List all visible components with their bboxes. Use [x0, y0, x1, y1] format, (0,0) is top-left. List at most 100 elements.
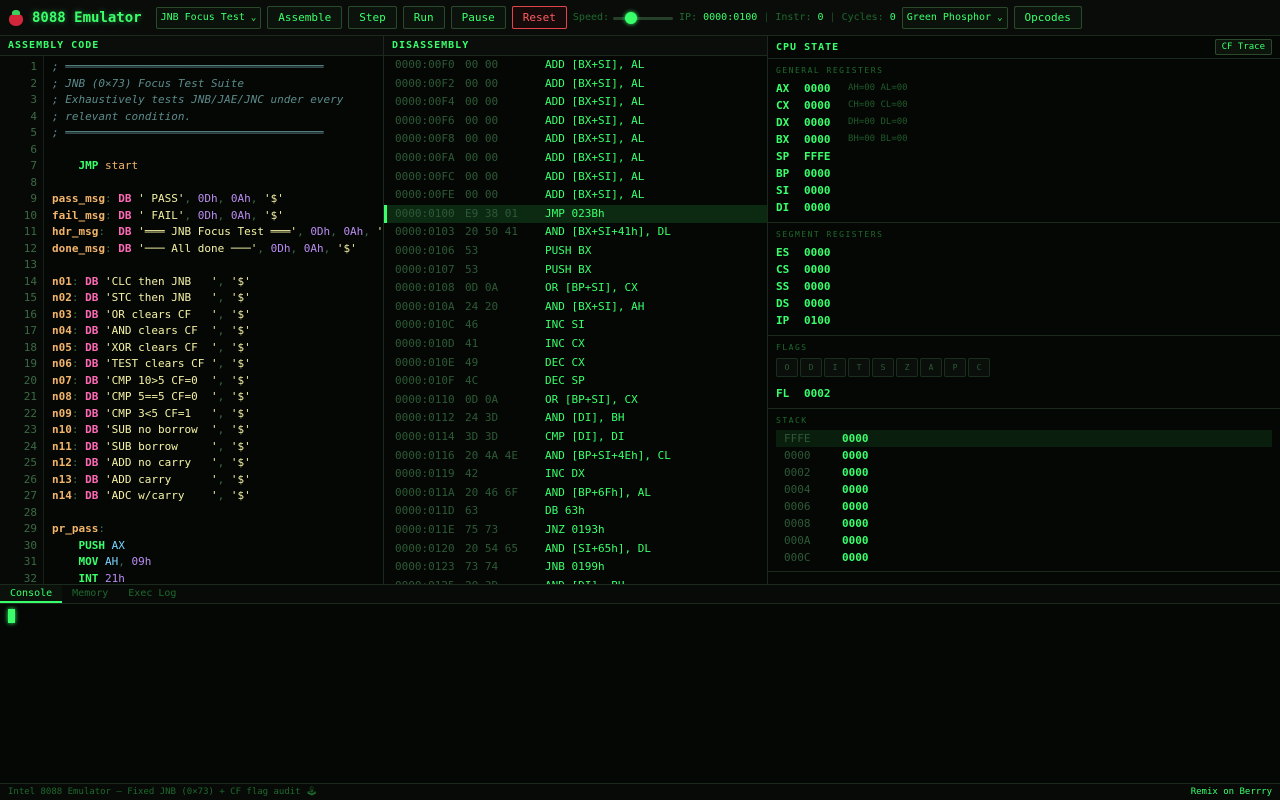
flag-i[interactable]: I [824, 358, 846, 377]
disassembly-row[interactable]: 0000:00F4 00 00 ADD [BX+SI], AL [384, 93, 767, 112]
disassembly-row[interactable]: 0000:00F0 00 00 ADD [BX+SI], AL [384, 56, 767, 75]
pause-button[interactable]: Pause [450, 6, 506, 29]
disassembly-row[interactable]: 0000:010D 41 INC CX [384, 335, 767, 354]
disassembly-row[interactable]: 0000:0103 20 50 41 AND [BX+SI+41h], DL [384, 223, 767, 242]
disassembly-row[interactable]: 0000:011D 63 DB 63h [384, 502, 767, 521]
code-editor[interactable]: 1 ; ═════════════════════════════════════… [0, 56, 383, 585]
disassembly-list[interactable]: 0000:00F0 00 00 ADD [BX+SI], AL 0000:00F2 00… [384, 56, 767, 584]
disassembly-row[interactable]: 0000:011A 20 46 6F AND [BP+6Fh], AL [384, 484, 767, 503]
console-cursor[interactable] [8, 609, 15, 623]
run-button[interactable]: Run [402, 6, 445, 29]
disassembly-row[interactable]: 0000:00FA 00 00 ADD [BX+SI], AL [384, 149, 767, 168]
code-line[interactable]: n06: DB 'TEST clears CF ', '$' [52, 356, 251, 373]
register-value[interactable]: 0000 [804, 97, 848, 114]
tab-console[interactable]: Console [0, 585, 63, 603]
program-select[interactable]: JNB Focus Test ⌄ [155, 6, 262, 29]
disassembly-row[interactable]: 0000:00F2 00 00 ADD [BX+SI], AL [384, 75, 767, 94]
register-value[interactable]: 0000 [804, 295, 848, 312]
code-line[interactable]: n02: DB 'STC then JNB ', '$' [52, 290, 251, 307]
step-button[interactable]: Step [348, 6, 397, 29]
speed-slider[interactable] [613, 11, 674, 25]
tab-exec-log[interactable]: Exec Log [118, 585, 186, 603]
code-line[interactable]: ; ══════════════════════════════════════… [52, 59, 324, 76]
flag-t[interactable]: T [848, 358, 870, 377]
code-line[interactable]: MOV AH, 09h [52, 554, 152, 571]
code-line[interactable]: n04: DB 'AND clears CF ', '$' [52, 323, 251, 340]
register-value[interactable]: 0000 [804, 199, 848, 216]
assemble-button[interactable]: Assemble [267, 6, 343, 29]
code-line[interactable]: n10: DB 'SUB no borrow ', '$' [52, 422, 251, 439]
flag-a[interactable]: A [920, 358, 942, 377]
disassembly-row[interactable]: 0000:0114 3D 3D CMP [DI], DI [384, 428, 767, 447]
reset-button[interactable]: Reset [511, 6, 567, 29]
flag-z[interactable]: Z [896, 358, 918, 377]
code-line[interactable]: ; ══════════════════════════════════════… [52, 125, 324, 142]
flag-d[interactable]: D [800, 358, 822, 377]
disassembly-row[interactable]: 0000:00F8 00 00 ADD [BX+SI], AL [384, 130, 767, 149]
disassembly-row[interactable]: 0000:010A 24 20 AND [BX+SI], AH [384, 298, 767, 317]
code-line[interactable]: n05: DB 'XOR clears CF ', '$' [52, 340, 251, 357]
stack-value: 0000 [842, 517, 869, 530]
code-line[interactable]: ; JNB (0×73) Focus Test Suite [52, 76, 244, 93]
disassembly-row[interactable]: 0000:011E 75 73 JNZ 0193h [384, 521, 767, 540]
line-number: 13 [23, 258, 37, 271]
disassembly-row[interactable]: 0000:00FE 00 00 ADD [BX+SI], AL [384, 186, 767, 205]
code-line[interactable]: n11: DB 'SUB borrow ', '$' [52, 439, 251, 456]
code-line[interactable]: n08: DB 'CMP 5==5 CF=0 ', '$' [52, 389, 251, 406]
code-line[interactable]: n13: DB 'ADD carry ', '$' [52, 472, 251, 489]
register-value[interactable]: 0000 [804, 165, 848, 182]
disassembly-row[interactable]: 0000:0125 20 3D AND [DI], BH [384, 577, 767, 584]
register-value[interactable]: FFFE [804, 148, 848, 165]
register-value[interactable]: 0000 [804, 182, 848, 199]
theme-select[interactable]: Green Phosphor ⌄ [901, 6, 1008, 29]
instruction-mnemonic: ADD [BX+SI], AL [545, 95, 645, 109]
code-line[interactable]: ; relevant condition. [52, 109, 191, 126]
register-value[interactable]: 0000 [804, 244, 848, 261]
speed-slider-thumb[interactable] [625, 11, 638, 24]
disassembly-row[interactable]: 0000:00FC 00 00 ADD [BX+SI], AL [384, 168, 767, 187]
code-line[interactable]: PUSH AX [52, 538, 125, 555]
code-line[interactable]: ; Exhaustively tests JNB/JAE/JNC under e… [52, 92, 343, 109]
register-value[interactable]: 0100 [804, 312, 848, 329]
register-value[interactable]: 0000 [804, 261, 848, 278]
tab-memory[interactable]: Memory [62, 585, 118, 603]
disassembly-row[interactable]: 0000:0120 20 54 65 AND [SI+65h], DL [384, 540, 767, 559]
code-line[interactable]: fail_msg: DB ' FAIL', 0Dh, 0Ah, '$' [52, 208, 284, 225]
code-line[interactable]: n12: DB 'ADD no carry ', '$' [52, 455, 251, 472]
code-line[interactable]: n14: DB 'ADC w/carry ', '$' [52, 488, 251, 505]
disassembly-row-current[interactable]: 0000:0100 E9 38 01 JMP 023Bh [384, 204, 767, 224]
register-value[interactable]: 0000 [804, 114, 848, 131]
flag-c[interactable]: C [968, 358, 990, 377]
disassembly-row[interactable]: 0000:0108 0D 0A OR [BP+SI], CX [384, 279, 767, 298]
code-line[interactable]: n01: DB 'CLC then JNB ', '$' [52, 274, 251, 291]
register-value[interactable]: 0000 [804, 278, 848, 295]
opcodes-button[interactable]: Opcodes [1013, 6, 1082, 29]
code-line[interactable]: pass_msg: DB ' PASS', 0Dh, 0Ah, '$' [52, 191, 284, 208]
code-line[interactable]: INT 21h [52, 571, 125, 585]
code-line[interactable]: pr_pass: [52, 521, 105, 538]
flag-s[interactable]: S [872, 358, 894, 377]
disassembly-row[interactable]: 0000:0107 53 PUSH BX [384, 261, 767, 280]
code-line[interactable]: n03: DB 'OR clears CF ', '$' [52, 307, 251, 324]
disassembly-row[interactable]: 0000:0106 53 PUSH BX [384, 242, 767, 261]
code-line[interactable]: hdr_msg: DB '═══ JNB Focus Test ═══', 0D… [52, 224, 383, 241]
disassembly-row[interactable]: 0000:0123 73 74 JNB 0199h [384, 558, 767, 577]
disassembly-row[interactable]: 0000:0110 0D 0A OR [BP+SI], CX [384, 391, 767, 410]
register-value[interactable]: 0000 [804, 80, 848, 97]
disassembly-row[interactable]: 0000:0112 24 3D AND [DI], BH [384, 409, 767, 428]
code-line[interactable]: done_msg: DB '─── All done ───', 0Dh, 0A… [52, 241, 357, 258]
disassembly-row[interactable]: 0000:00F6 00 00 ADD [BX+SI], AL [384, 112, 767, 131]
flag-o[interactable]: O [776, 358, 798, 377]
code-line[interactable]: JMP start [52, 158, 139, 175]
remix-link[interactable]: Remix on Berrry [1191, 787, 1272, 797]
flag-p[interactable]: P [944, 358, 966, 377]
code-line[interactable]: n07: DB 'CMP 10>5 CF=0 ', '$' [52, 373, 251, 390]
disassembly-row[interactable]: 0000:010F 4C DEC SP [384, 372, 767, 391]
code-line[interactable]: n09: DB 'CMP 3<5 CF=1 ', '$' [52, 406, 251, 423]
cf-trace-button[interactable]: CF Trace [1214, 39, 1272, 55]
disassembly-row[interactable]: 0000:0119 42 INC DX [384, 465, 767, 484]
disassembly-row[interactable]: 0000:0116 20 4A 4E AND [BP+SI+4Eh], CL [384, 447, 767, 466]
disassembly-row[interactable]: 0000:010E 49 DEC CX [384, 354, 767, 373]
register-value[interactable]: 0000 [804, 131, 848, 148]
disassembly-row[interactable]: 0000:010C 46 INC SI [384, 316, 767, 335]
